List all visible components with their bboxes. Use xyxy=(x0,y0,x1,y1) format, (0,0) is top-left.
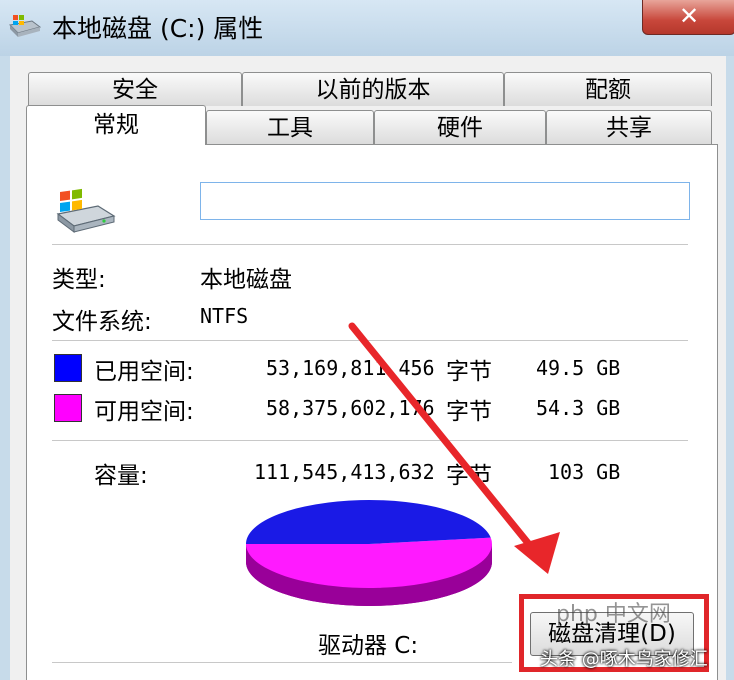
local-disk-icon xyxy=(56,188,116,233)
drive-name-input[interactable] xyxy=(200,182,690,220)
tab-security[interactable]: 安全 xyxy=(28,72,242,106)
window-frame-right xyxy=(726,56,734,680)
drive-icon xyxy=(8,15,42,37)
used-space-size: 49.5 GB xyxy=(536,356,621,380)
title-bar: 本地磁盘 (C:) 属性 ✕ xyxy=(0,0,734,56)
capacity-size: 103 GB xyxy=(548,460,621,484)
tab-quota[interactable]: 配额 xyxy=(504,72,712,106)
used-space-unit: 字节 xyxy=(446,359,492,385)
free-space-bytes: 58,375,602,176 xyxy=(266,396,435,420)
type-label: 类型: xyxy=(52,267,106,293)
free-space-unit: 字节 xyxy=(446,399,492,425)
separator xyxy=(52,340,688,341)
tab-sharing[interactable]: 共享 xyxy=(546,110,712,144)
window-title: 本地磁盘 (C:) 属性 xyxy=(52,14,264,43)
pie-used-slice xyxy=(246,500,491,544)
capacity-label: 容量: xyxy=(94,463,148,489)
free-space-size: 54.3 GB xyxy=(536,396,621,420)
file-system-label: 文件系统: xyxy=(52,309,152,335)
window-frame-left xyxy=(0,56,10,680)
capacity-unit: 字节 xyxy=(446,463,492,489)
close-button[interactable]: ✕ xyxy=(642,0,734,35)
type-value: 本地磁盘 xyxy=(200,267,292,293)
used-space-label: 已用空间: xyxy=(94,359,194,385)
tab-general[interactable]: 常规 xyxy=(26,105,206,145)
watermark-php: php 中文网 xyxy=(556,602,671,627)
separator xyxy=(52,244,688,245)
close-icon: ✕ xyxy=(678,2,700,30)
disk-usage-pie xyxy=(246,500,492,606)
tab-hardware[interactable]: 硬件 xyxy=(374,110,546,144)
free-space-label: 可用空间: xyxy=(94,399,194,425)
file-system-value: NTFS xyxy=(200,304,249,328)
capacity-bytes: 111,545,413,632 xyxy=(254,460,435,484)
free-space-swatch xyxy=(54,394,82,422)
separator xyxy=(52,440,688,441)
watermark-author: 头条 @啄木鸟家修汇 xyxy=(540,649,708,670)
separator xyxy=(52,662,512,663)
used-space-swatch xyxy=(54,354,82,382)
tab-previous-versions[interactable]: 以前的版本 xyxy=(242,72,504,106)
used-space-bytes: 53,169,811,456 xyxy=(266,356,435,380)
drive-label: 驱动器 C: xyxy=(318,633,419,659)
tab-tools[interactable]: 工具 xyxy=(206,110,374,144)
